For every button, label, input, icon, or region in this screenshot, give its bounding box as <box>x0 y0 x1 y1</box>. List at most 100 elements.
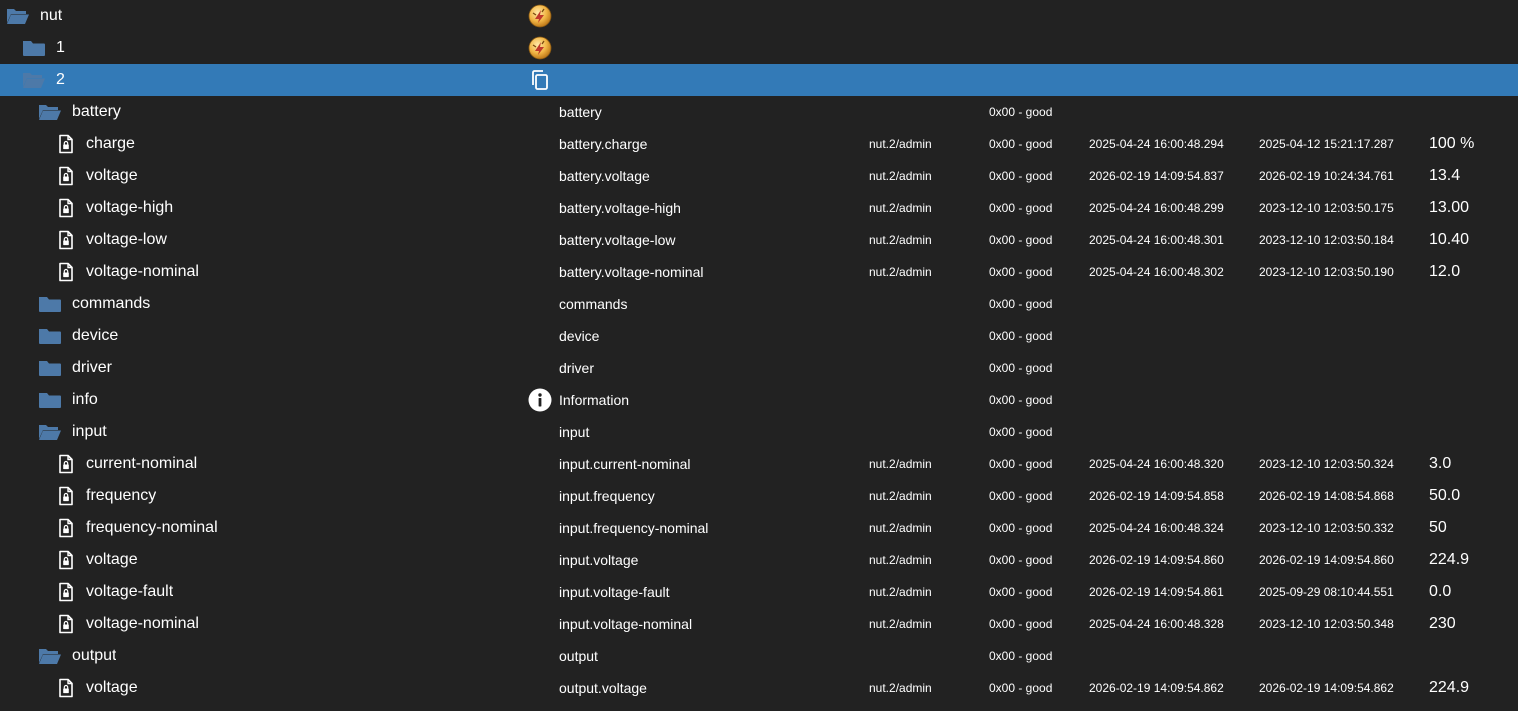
object-tree: nut 1 2 battery battery 0x00 - good charge batt… <box>0 0 1518 711</box>
tree-row-output[interactable]: output output 0x00 - good <box>0 640 1518 672</box>
row-quality: 0x00 - good <box>989 201 1053 215</box>
tree-row-nut-2[interactable]: 2 <box>0 64 1518 96</box>
row-description: battery.voltage-nominal <box>559 264 704 280</box>
row-value[interactable] <box>1429 96 1517 128</box>
row-value[interactable]: 50 <box>1429 512 1517 544</box>
tree-row-input[interactable]: input input 0x00 - good <box>0 416 1518 448</box>
row-value[interactable]: 13.4 <box>1429 160 1517 192</box>
copy-icon[interactable] <box>528 68 552 92</box>
row-last-change <box>1259 64 1424 96</box>
row-user <box>869 0 979 32</box>
row-description: device <box>559 328 600 344</box>
row-timestamp: 2025-04-24 16:00:48.320 <box>1089 457 1224 471</box>
row-value[interactable] <box>1429 640 1517 672</box>
row-last-change <box>1259 0 1424 32</box>
tree-row-input-voltage[interactable]: voltage input.voltage nut.2/admin 0x00 - go… <box>0 544 1518 576</box>
row-value[interactable]: 13.00 <box>1429 192 1517 224</box>
row-value[interactable] <box>1429 0 1517 32</box>
row-value[interactable]: 10.40 <box>1429 224 1517 256</box>
row-last-change: 2023-12-10 12:03:50.175 <box>1259 201 1394 215</box>
tree-row-input-voltage-fault[interactable]: voltage-fault input.voltage-fault nut.2/ad… <box>0 576 1518 608</box>
ups-instance-icon <box>528 4 552 28</box>
row-user: nut.2/admin <box>869 489 932 503</box>
row-description: battery.voltage-high <box>559 200 681 216</box>
row-description <box>559 64 859 96</box>
row-quality <box>989 64 1084 96</box>
row-timestamp: 2026-02-19 14:09:54.861 <box>1089 585 1224 599</box>
row-value[interactable] <box>1429 416 1517 448</box>
folder-open-icon[interactable] <box>22 70 45 90</box>
folder-icon[interactable] <box>38 294 61 314</box>
tree-row-nut[interactable]: nut <box>0 0 1518 32</box>
row-timestamp <box>1089 288 1254 320</box>
row-value[interactable] <box>1429 384 1517 416</box>
row-quality: 0x00 - good <box>989 585 1053 599</box>
row-name: battery <box>72 103 121 120</box>
tree-row-input-voltage-nominal[interactable]: voltage-nominal input.voltage-nominal nut.… <box>0 608 1518 640</box>
row-last-change <box>1259 352 1424 384</box>
folder-icon[interactable] <box>38 326 61 346</box>
row-last-change <box>1259 416 1424 448</box>
row-timestamp: 2026-02-19 14:09:54.837 <box>1089 169 1224 183</box>
row-quality: 0x00 - good <box>989 329 1053 343</box>
row-user <box>869 64 979 96</box>
tree-row-battery-voltage-nominal[interactable]: voltage-nominal battery.voltage-nominal nu… <box>0 256 1518 288</box>
tree-row-input-frequency[interactable]: frequency input.frequency nut.2/admin 0x00 … <box>0 480 1518 512</box>
state-file-icon <box>56 262 78 282</box>
tree-row-input-current-nominal[interactable]: current-nominal input.current-nominal nut.… <box>0 448 1518 480</box>
row-value[interactable] <box>1429 32 1517 64</box>
tree-row-battery-charge[interactable]: charge battery.charge nut.2/admin 0x00 - go… <box>0 128 1518 160</box>
row-timestamp: 2025-04-24 16:00:48.328 <box>1089 617 1224 631</box>
tree-row-nut-1[interactable]: 1 <box>0 32 1518 64</box>
row-quality: 0x00 - good <box>989 105 1053 119</box>
tree-row-device[interactable]: device device 0x00 - good <box>0 320 1518 352</box>
row-value[interactable]: 50.0 <box>1429 480 1517 512</box>
row-value[interactable] <box>1429 352 1517 384</box>
tree-row-battery[interactable]: battery battery 0x00 - good <box>0 96 1518 128</box>
row-value[interactable]: 12.0 <box>1429 256 1517 288</box>
row-value[interactable]: 0.0 <box>1429 576 1517 608</box>
row-user: nut.2/admin <box>869 521 932 535</box>
folder-open-icon[interactable] <box>6 6 29 26</box>
tree-row-battery-voltage-high[interactable]: voltage-high battery.voltage-high nut.2/ad… <box>0 192 1518 224</box>
row-name: voltage-nominal <box>86 615 199 632</box>
row-value[interactable]: 3.0 <box>1429 448 1517 480</box>
folder-open-icon[interactable] <box>38 422 61 442</box>
row-description <box>559 32 859 64</box>
row-value[interactable]: 224.9 <box>1429 672 1517 704</box>
tree-row-info[interactable]: info Information 0x00 - good <box>0 384 1518 416</box>
row-name: commands <box>72 295 151 312</box>
folder-open-icon[interactable] <box>38 646 61 666</box>
tree-row-driver[interactable]: driver driver 0x00 - good <box>0 352 1518 384</box>
row-value[interactable] <box>1429 64 1517 96</box>
tree-row-input-frequency-nominal[interactable]: frequency-nominal input.frequency-nominal… <box>0 512 1518 544</box>
row-quality: 0x00 - good <box>989 425 1053 439</box>
folder-icon[interactable] <box>38 358 61 378</box>
state-file-icon <box>56 550 78 570</box>
row-value[interactable]: 100 % <box>1429 128 1517 160</box>
row-description <box>559 0 859 32</box>
tree-row-battery-voltage-low[interactable]: voltage-low battery.voltage-low nut.2/admi… <box>0 224 1518 256</box>
row-timestamp <box>1089 352 1254 384</box>
row-quality: 0x00 - good <box>989 649 1053 663</box>
row-value[interactable]: 230 <box>1429 608 1517 640</box>
row-name: voltage-low <box>86 231 167 248</box>
tree-row-battery-voltage[interactable]: voltage battery.voltage nut.2/admin 0x00 - … <box>0 160 1518 192</box>
row-value[interactable] <box>1429 320 1517 352</box>
row-name: voltage <box>86 167 138 184</box>
tree-row-output-voltage[interactable]: voltage output.voltage nut.2/admin 0x00 - g… <box>0 672 1518 704</box>
row-description: input.voltage-fault <box>559 584 670 600</box>
row-name: 1 <box>56 39 65 56</box>
row-last-change: 2025-09-29 08:10:44.551 <box>1259 585 1394 599</box>
row-value[interactable]: 224.9 <box>1429 544 1517 576</box>
row-timestamp <box>1089 320 1254 352</box>
row-last-change: 2026-02-19 10:24:34.761 <box>1259 169 1394 183</box>
folder-icon[interactable] <box>38 390 61 410</box>
row-last-change: 2023-12-10 12:03:50.190 <box>1259 265 1394 279</box>
row-value[interactable] <box>1429 288 1517 320</box>
folder-open-icon[interactable] <box>38 102 61 122</box>
folder-icon[interactable] <box>22 38 45 58</box>
row-timestamp: 2025-04-24 16:00:48.301 <box>1089 233 1224 247</box>
tree-row-commands[interactable]: commands commands 0x00 - good <box>0 288 1518 320</box>
row-quality: 0x00 - good <box>989 361 1053 375</box>
